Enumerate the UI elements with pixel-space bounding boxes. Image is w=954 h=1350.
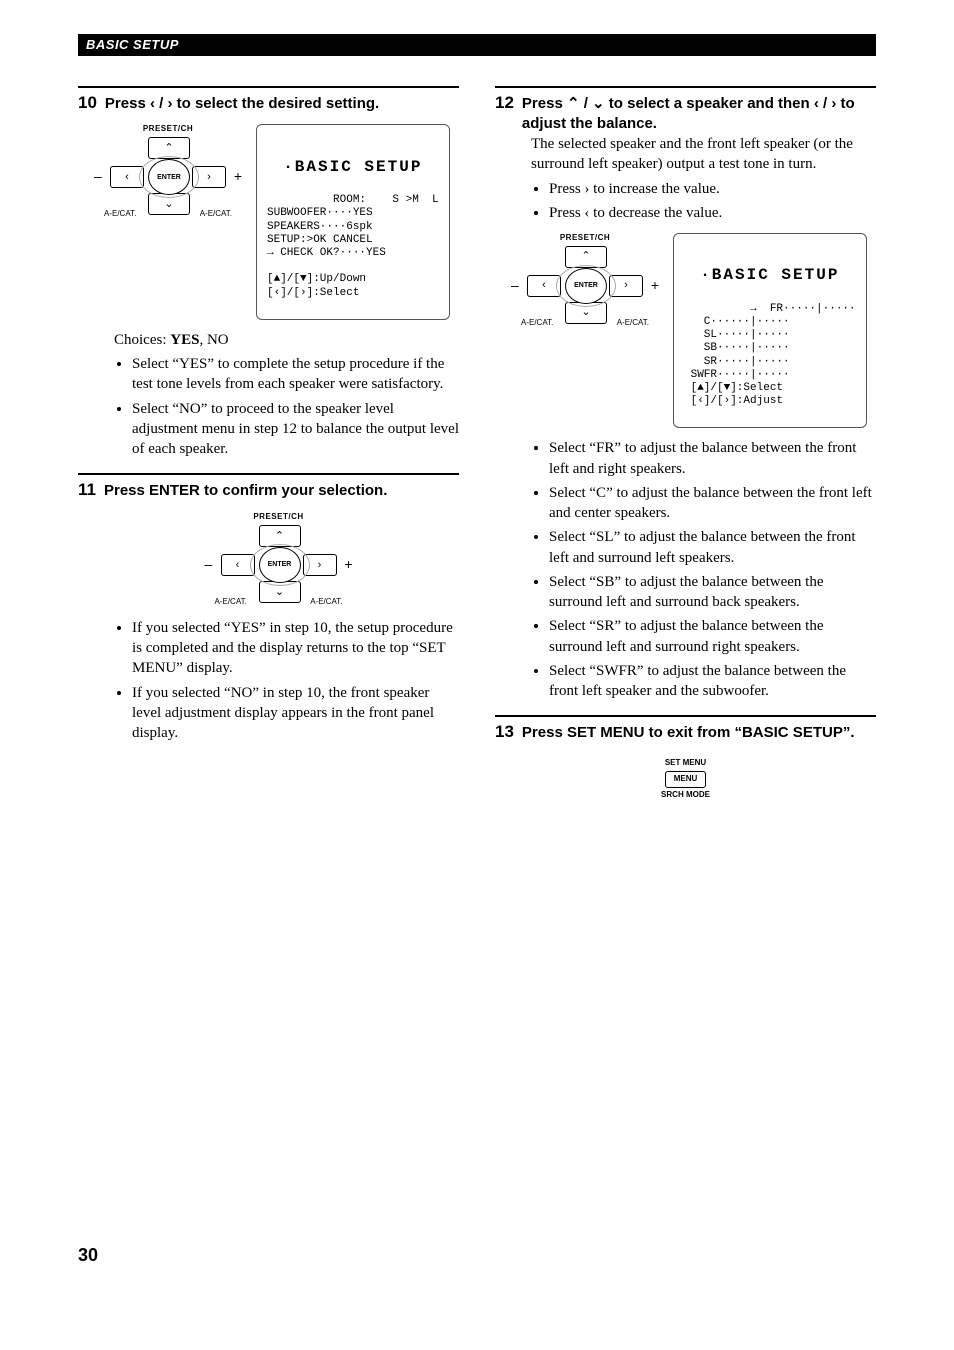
step-number: 12 — [495, 92, 514, 115]
dpad-bottom-left-label: A-E/CAT. — [521, 318, 553, 329]
lcd-body: ROOM: S >M L SUBWOOFER····YES SPEAKERS··… — [267, 194, 439, 298]
step-12: 12 Press ⌃ / ⌄ to select a speaker and t… — [495, 86, 876, 702]
bullet: Select “FR” to adjust the balance betwee… — [549, 438, 876, 479]
dpad-enter-button: ENTER — [259, 547, 301, 583]
right-column: 12 Press ⌃ / ⌄ to select a speaker and t… — [495, 86, 876, 1268]
plus-icon: + — [651, 276, 659, 295]
step12-bullets: Select “FR” to adjust the balance betwee… — [531, 438, 876, 701]
bullet: Select “YES” to complete the setup proce… — [132, 354, 459, 395]
page-number: 30 — [78, 1243, 459, 1267]
minus-icon: – — [511, 276, 519, 295]
dpad-top-label: PRESET/CH — [98, 124, 238, 135]
title-part-a: Press — [105, 95, 150, 112]
lcd-title: ·BASIC SETUP — [267, 158, 439, 177]
figure-row: PRESET/CH – + ⌃ ⌄ ‹ › ENTER A-E/CAT. A-E… — [98, 512, 459, 608]
dpad-diagram: PRESET/CH – + ⌃ ⌄ ‹ › ENTER A-E/CAT. A-E… — [98, 124, 238, 220]
lcd-body: → FR·····|····· C······|····· SL·····|··… — [684, 303, 856, 407]
dpad-diagram: PRESET/CH – + ⌃ ⌄ ‹ › ENTER A-E/CAT. A-E… — [209, 512, 349, 608]
dpad-bottom-left-label: A-E/CAT. — [104, 209, 136, 220]
step-title: Press ⌃ / ⌄ to select a speaker and then… — [522, 94, 876, 135]
step10-bullets: Select “YES” to complete the setup proce… — [114, 354, 459, 459]
plus-icon: + — [344, 555, 352, 574]
dpad-bottom-right-label: A-E/CAT. — [617, 318, 649, 329]
dpad-enter-button: ENTER — [565, 268, 607, 304]
btn-label-top: SET MENU — [495, 758, 876, 769]
lcd-title: ·BASIC SETUP — [684, 266, 856, 285]
two-column-layout: 10 Press ‹ / › to select the desired set… — [78, 86, 876, 1268]
bullet: Press ‹ to decrease the value. — [549, 203, 876, 223]
bullet: Select “C” to adjust the balance between… — [549, 483, 876, 524]
step-title: Press ‹ / › to select the desired settin… — [105, 94, 379, 114]
figure-row: PRESET/CH – + ⌃ ⌄ ‹ › ENTER A-E/CAT. A-E… — [515, 233, 876, 428]
bullet: Select “SL” to adjust the balance betwee… — [549, 527, 876, 568]
plus-icon: + — [234, 167, 242, 186]
lcd-display: ·BASIC SETUP → FR·····|····· C······|···… — [673, 233, 867, 428]
left-column: 10 Press ‹ / › to select the desired set… — [78, 86, 459, 1268]
bullet: Select “SR” to adjust the balance betwee… — [549, 616, 876, 657]
step11-bullets: If you selected “YES” in step 10, the se… — [114, 618, 459, 744]
figure-row: PRESET/CH – + ⌃ ⌄ ‹ › ENTER A-E/CAT. A-E… — [98, 124, 459, 319]
btn-label-bottom: SRCH MODE — [495, 790, 876, 801]
choices-rest: , NO — [199, 332, 228, 348]
step-title: Press SET MENU to exit from “BASIC SETUP… — [522, 723, 855, 743]
step-number: 13 — [495, 721, 514, 744]
choices-bold: YES — [170, 332, 199, 348]
lcd-display: ·BASIC SETUP ROOM: S >M L SUBWOOFER····Y… — [256, 124, 450, 319]
intro-bullets: Press › to increase the value. Press ‹ t… — [531, 179, 876, 224]
minus-icon: – — [205, 555, 213, 574]
bullet: If you selected “YES” in step 10, the se… — [132, 618, 459, 679]
bullet: Press › to increase the value. — [549, 179, 876, 199]
bullet: Select “SB” to adjust the balance betwee… — [549, 572, 876, 613]
dpad-enter-button: ENTER — [148, 159, 190, 195]
step-number: 11 — [78, 479, 96, 502]
title-part-b: to select the desired setting. — [172, 95, 379, 112]
dpad-top-label: PRESET/CH — [209, 512, 349, 523]
bullet: Select “SWFR” to adjust the balance betw… — [549, 661, 876, 702]
step-13: 13 Press SET MENU to exit from “BASIC SE… — [495, 715, 876, 800]
bullet: If you selected “NO” in step 10, the fro… — [132, 683, 459, 744]
choices-line: Choices: YES, NO — [114, 330, 459, 350]
set-menu-button-diagram: SET MENU MENU SRCH MODE — [495, 758, 876, 800]
arrow-up-down-icon: ⌃ / ⌄ — [567, 95, 605, 112]
dpad-diagram: PRESET/CH – + ⌃ ⌄ ‹ › ENTER A-E/CAT. A-E… — [515, 233, 655, 329]
title-part-b: to select a speaker and then — [605, 95, 814, 112]
title-part-a: Press — [522, 95, 567, 112]
step-10: 10 Press ‹ / › to select the desired set… — [78, 86, 459, 460]
arrow-left-right-icon: ‹ / › — [150, 95, 173, 112]
dpad-bottom-left-label: A-E/CAT. — [215, 597, 247, 608]
intro-text: The selected speaker and the front left … — [531, 134, 876, 175]
dpad-bottom-right-label: A-E/CAT. — [200, 209, 232, 220]
arrow-left-right-icon: ‹ / › — [814, 95, 837, 112]
bullet: Select “NO” to proceed to the speaker le… — [132, 399, 459, 460]
dpad-top-label: PRESET/CH — [515, 233, 655, 244]
choices-label: Choices: — [114, 332, 170, 348]
step-title: Press ENTER to confirm your selection. — [104, 481, 387, 501]
minus-icon: – — [94, 167, 102, 186]
dpad-bottom-right-label: A-E/CAT. — [310, 597, 342, 608]
section-header: BASIC SETUP — [78, 34, 876, 56]
step-number: 10 — [78, 92, 97, 115]
step-11: 11 Press ENTER to confirm your selection… — [78, 473, 459, 743]
menu-button-icon: MENU — [665, 771, 707, 788]
